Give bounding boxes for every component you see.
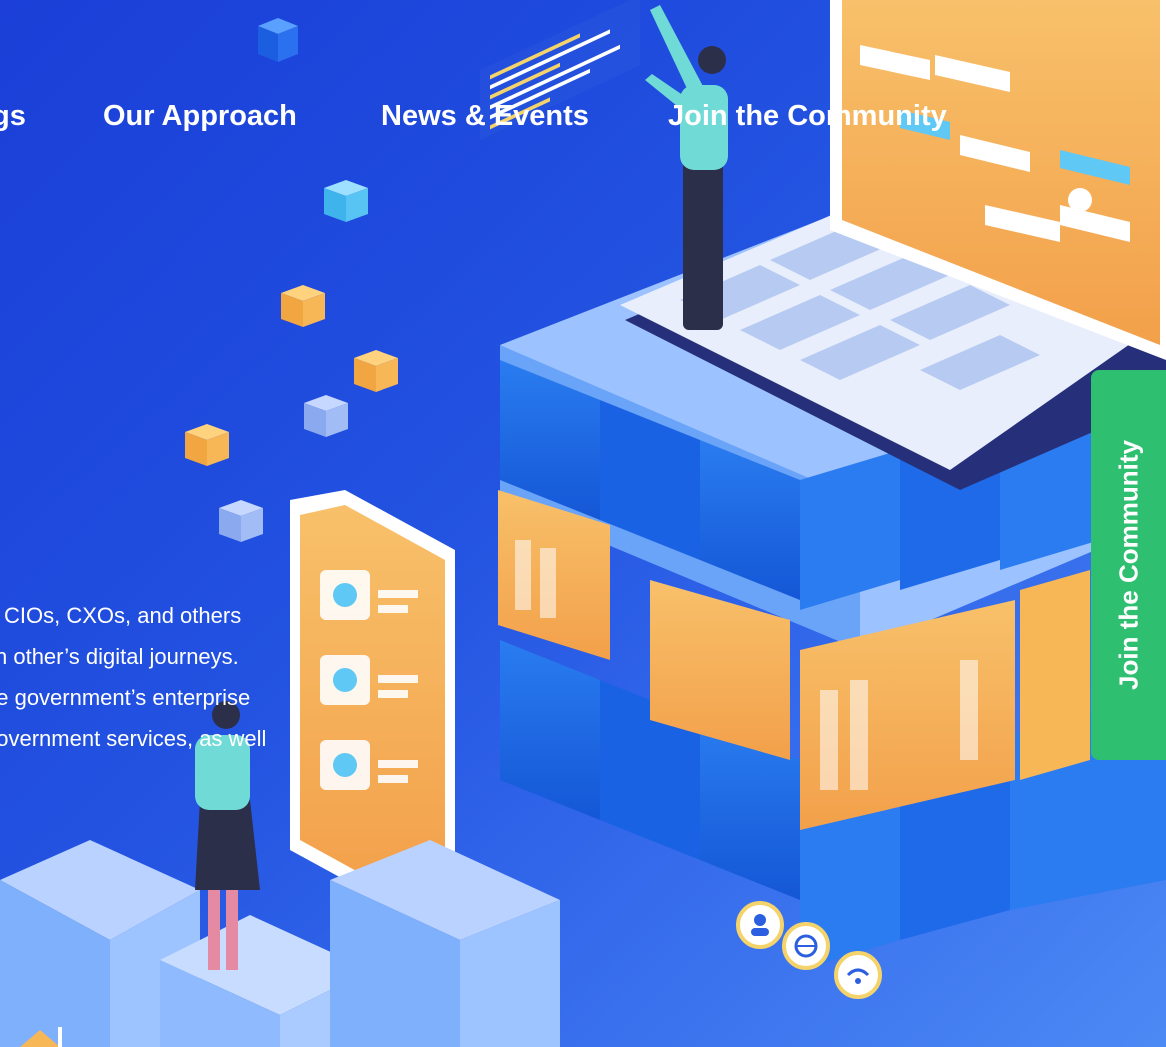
intro-line-2: ch other’s digital journeys.: [0, 644, 239, 669]
intro-text: CIOs, CXOs, and others ch other’s digita…: [0, 595, 374, 759]
hero-illustration: [0, 0, 1166, 1047]
scroll-indicator: [58, 1027, 62, 1047]
intro-line-1: CIOs, CXOs, and others: [4, 603, 242, 628]
join-community-side-tab[interactable]: Join the Community: [1091, 370, 1166, 760]
isometric-illustration: [0, 0, 1166, 1047]
nav-item-news-events[interactable]: News & Events: [381, 100, 589, 133]
intro-line-3: he government’s enterprise: [0, 685, 251, 710]
intro-line-4: government services, as well: [0, 726, 267, 751]
nav-item-blogs[interactable]: gs: [0, 100, 26, 133]
wifi-icon: [834, 951, 882, 999]
globe-icon: [782, 922, 830, 970]
user-icon: [736, 901, 784, 949]
main-nav: gs Our Approach News & Events Join the C…: [0, 100, 1000, 144]
nav-item-join-community[interactable]: Join the Community: [668, 100, 947, 133]
nav-item-our-approach[interactable]: Our Approach: [103, 100, 297, 133]
side-tab-label: Join the Community: [1113, 440, 1143, 690]
